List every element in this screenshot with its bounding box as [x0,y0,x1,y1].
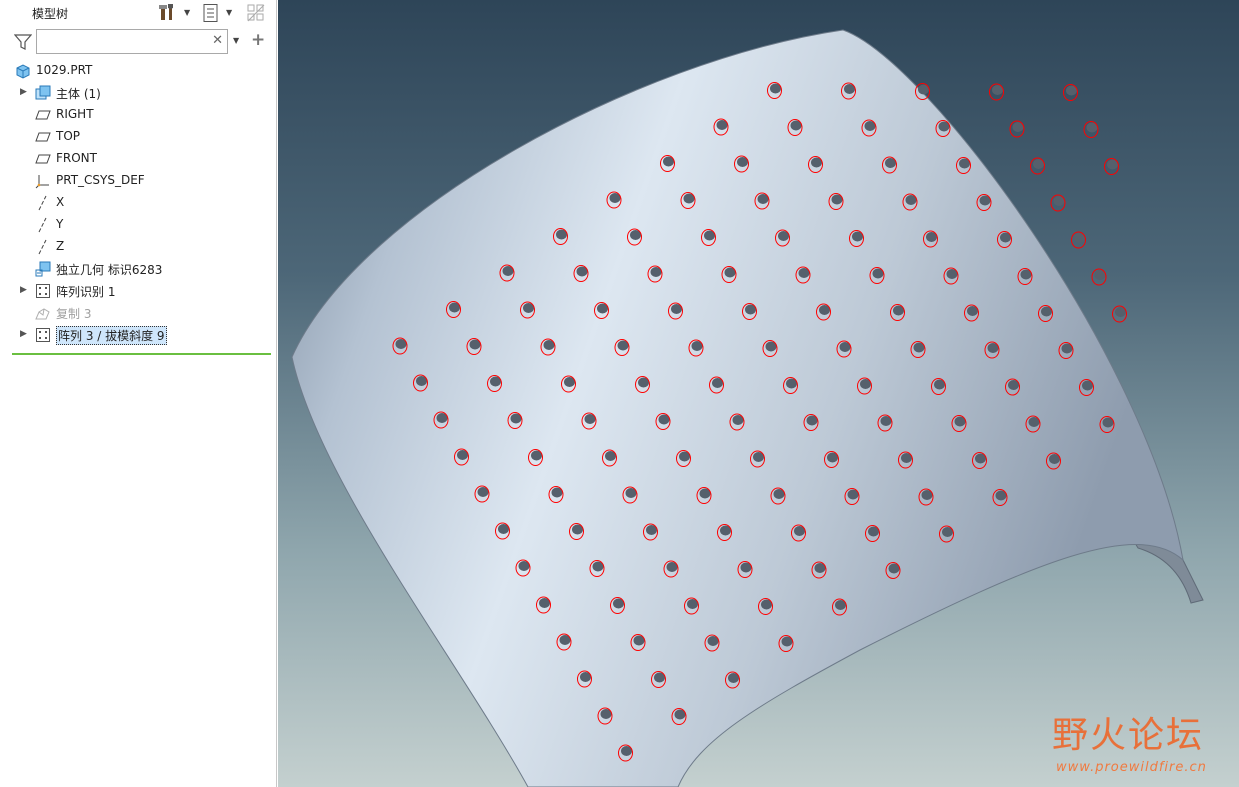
show-list-icon[interactable] [201,3,221,23]
watermark-url: www.proewildfire.cn [1056,760,1207,775]
clear-search-icon[interactable]: ✕ [212,33,223,49]
datum-axis-icon [35,217,51,233]
pattern-icon [35,327,51,343]
hide-tree-icon[interactable] [246,3,266,23]
datum-axis-icon [35,239,51,255]
settings-dropdown-icon[interactable]: ▼ [184,8,190,17]
tree-item-copy[interactable]: 复制 3 [0,302,276,324]
expand-arrow-icon[interactable]: ▶ [20,329,27,339]
search-input[interactable] [39,32,213,52]
model-tree-panel: 模型树 ▼ ▼ ✕ ▼ + 1029.PRT ▶ 主体 (1) RIGHT TO… [0,0,277,787]
copy-icon [35,305,51,321]
tree-item-label: FRONT [56,151,97,165]
hole [1009,120,1025,138]
tree-item-axis-x[interactable]: X [0,192,276,214]
tree-item-part[interactable]: 1029.PRT [0,60,276,82]
model-tree-header: 模型树 ▼ ▼ [0,0,276,26]
curved-perforated-plate[interactable] [278,0,1239,787]
hole [989,83,1004,101]
datum-axis-icon [35,195,51,211]
tree-item-label: PRT_CSYS_DEF [56,173,145,187]
tree-item-label: 阵列识别 1 [56,285,116,299]
datum-plane-icon [35,107,51,123]
body-icon [35,85,51,101]
tree-item-label: X [56,195,65,209]
part-icon [15,63,31,79]
expand-arrow-icon[interactable]: ▶ [20,285,27,295]
model-tree-title: 模型树 [32,7,69,21]
hole [1063,84,1078,101]
expand-arrow-icon[interactable]: ▶ [20,87,27,97]
csys-icon [35,173,51,189]
show-dropdown-icon[interactable]: ▼ [226,8,232,17]
tree-item-label: Y [56,217,64,231]
hole [1104,158,1119,175]
tree-item-pattern-identify[interactable]: ▶ 阵列识别 1 [0,280,276,302]
tree-item-body[interactable]: ▶ 主体 (1) [0,82,276,104]
watermark-logo-text: 野火论坛 [1052,715,1205,756]
pattern-icon [35,283,51,299]
filter-icon[interactable] [13,33,33,54]
add-column-button[interactable]: + [251,30,265,50]
insert-here-indicator[interactable] [12,353,271,355]
hole [1050,194,1066,212]
hole [1071,231,1086,249]
tree-item-label: 1029.PRT [36,63,93,77]
datum-plane-icon [35,129,51,145]
search-dropdown-icon[interactable]: ▼ [233,36,239,45]
tree-item-label: TOP [56,129,81,143]
tree-item-label: RIGHT [56,107,94,121]
tree-item-pattern-draft[interactable]: ▶ 阵列 3 / 拔模斜度 9 [0,324,276,346]
tree-item-csys[interactable]: PRT_CSYS_DEF [0,170,276,192]
tree-item-axis-z[interactable]: Z [0,236,276,258]
tree-item-label: Z [56,239,65,253]
filter-row: ✕ ▼ + [0,28,276,56]
tree-item-label: 主体 (1) [56,87,101,101]
settings-tools-icon[interactable] [158,3,178,23]
independent-geometry-icon [35,261,51,277]
plate-outer-surface [291,29,1184,787]
hole [1030,157,1045,175]
tree-item-label: 独立几何 标识6283 [56,263,163,277]
tree-item-top[interactable]: TOP [0,126,276,148]
hole [1112,305,1127,323]
hole [1083,121,1099,138]
hole [1091,268,1107,286]
graphics-viewport[interactable] [278,0,1239,787]
search-box[interactable]: ✕ [36,29,228,54]
tree-item-independent-geometry[interactable]: 独立几何 标识6283 [0,258,276,280]
tree-item-front[interactable]: FRONT [0,148,276,170]
tree-item-label: 阵列 3 / 拔模斜度 9 [56,326,167,345]
tree-item-label: 复制 3 [56,307,92,321]
tree-item-axis-y[interactable]: Y [0,214,276,236]
tree-item-right[interactable]: RIGHT [0,104,276,126]
datum-plane-icon [35,151,51,167]
watermark: 野火论坛 www.proewildfire.cn [1052,706,1232,782]
